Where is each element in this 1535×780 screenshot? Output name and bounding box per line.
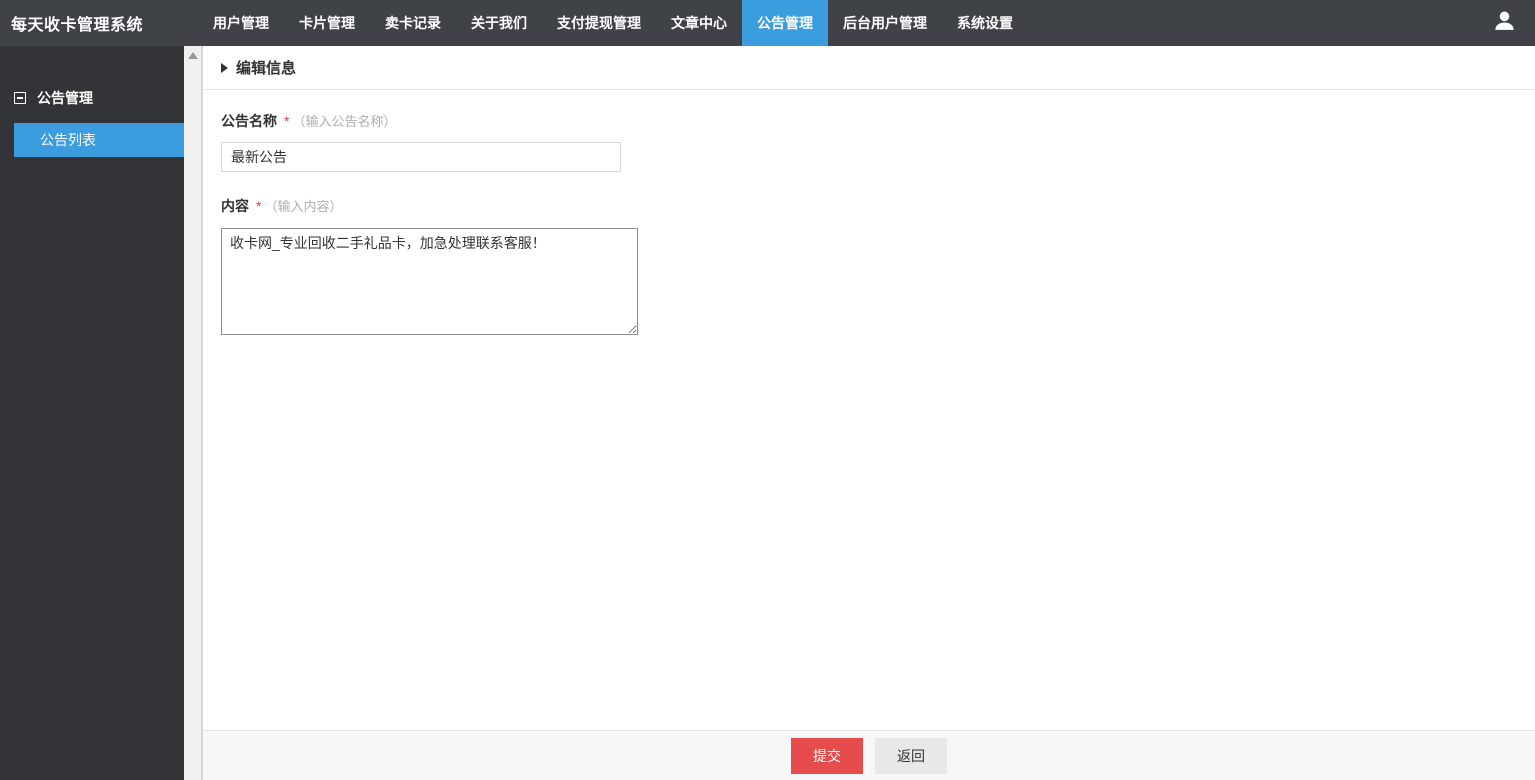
nav-item-system-settings[interactable]: 系统设置 (942, 0, 1028, 46)
field-label: 公告名称 (221, 113, 277, 129)
top-navbar: 每天收卡管理系统 用户管理 卡片管理 卖卡记录 关于我们 支付提现管理 文章中心… (0, 0, 1535, 46)
field-label-row: 内容 * （输入内容） (221, 196, 1517, 216)
field-hint: （输入内容） (264, 199, 343, 214)
required-asterisk: * (256, 198, 262, 214)
page-header: 编辑信息 (203, 46, 1535, 90)
nav-item-card-management[interactable]: 卡片管理 (284, 0, 370, 46)
collapse-minus-icon (14, 92, 26, 104)
field-announcement-name: 公告名称 * （输入公告名称） (221, 111, 1517, 172)
main-nav: 用户管理 卡片管理 卖卡记录 关于我们 支付提现管理 文章中心 公告管理 后台用… (198, 0, 1028, 46)
required-asterisk: * (284, 113, 290, 129)
field-content: 内容 * （输入内容） 收卡网_专业回收二手礼品卡，加急处理联系客服！ (221, 196, 1517, 335)
form-action-bar: 提交 返回 (203, 730, 1535, 780)
app-brand: 每天收卡管理系统 (11, 17, 144, 34)
sidebar-scrollbar[interactable] (184, 46, 203, 780)
nav-item-payment-withdrawal[interactable]: 支付提现管理 (542, 0, 656, 46)
sidebar-section-announcement-management[interactable]: 公告管理 (14, 88, 184, 108)
sidebar-section-label: 公告管理 (37, 90, 93, 106)
nav-item-sell-card-records[interactable]: 卖卡记录 (370, 0, 456, 46)
triangle-right-icon (221, 63, 228, 73)
sidebar-item-label: 公告列表 (40, 132, 96, 148)
announcement-content-textarea[interactable]: 收卡网_专业回收二手礼品卡，加急处理联系客服！ (221, 228, 638, 335)
main-content: 编辑信息 公告名称 * （输入公告名称） 内容 * （输入内容） 收卡网_专业回… (203, 46, 1535, 780)
page-title: 编辑信息 (236, 60, 297, 77)
user-avatar-icon (1492, 8, 1517, 38)
submit-button[interactable]: 提交 (791, 737, 863, 774)
announcement-name-input[interactable] (221, 142, 621, 172)
field-hint: （输入公告名称） (292, 114, 397, 129)
nav-item-user-management[interactable]: 用户管理 (198, 0, 284, 46)
sidebar-item-announcement-list[interactable]: 公告列表 (14, 123, 184, 157)
nav-item-about-us[interactable]: 关于我们 (456, 0, 542, 46)
back-button[interactable]: 返回 (875, 737, 947, 774)
field-label: 内容 (221, 198, 249, 214)
sidebar: 公告管理 公告列表 (0, 46, 184, 780)
edit-form: 公告名称 * （输入公告名称） 内容 * （输入内容） 收卡网_专业回收二手礼品… (203, 90, 1535, 335)
scrollbar-up-arrow-icon[interactable] (187, 52, 198, 59)
nav-item-article-center[interactable]: 文章中心 (656, 0, 742, 46)
nav-item-announcement-management[interactable]: 公告管理 (742, 0, 828, 46)
field-label-row: 公告名称 * （输入公告名称） (221, 111, 1517, 131)
user-account-button[interactable] (1474, 0, 1535, 46)
nav-item-backend-user-management[interactable]: 后台用户管理 (828, 0, 942, 46)
